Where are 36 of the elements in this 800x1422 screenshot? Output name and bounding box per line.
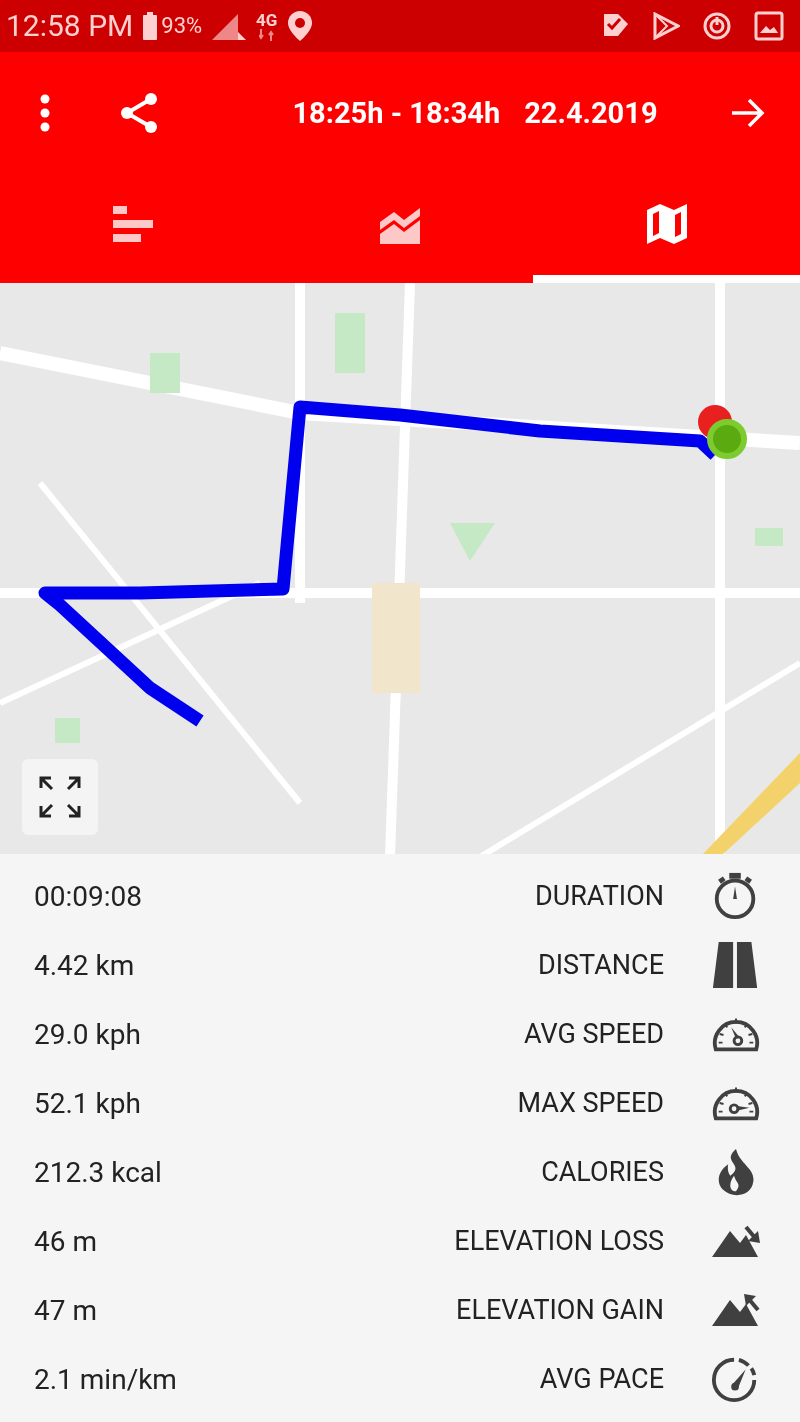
expand-icon [39,775,81,818]
fullscreen-button[interactable] [22,758,98,835]
power-ring-icon [702,10,732,41]
battery-icon [143,11,158,40]
mountain-down-icon [711,1223,761,1260]
stat-label: ELEVATION LOSS [454,1225,664,1258]
arrow-right-icon [730,97,766,128]
network-type: 4G [256,10,278,29]
play-triangle-icon [652,11,680,40]
stat-label: DURATION [534,880,664,913]
stat-label: ELEVATION GAIN [456,1294,664,1327]
stat-value: 00:09:08 [34,880,143,913]
clock-time: 12:58 PM [6,8,134,44]
stat-label: CALORIES [541,1156,664,1189]
data-arrows-icon [258,28,275,41]
location-pin-icon [287,10,314,41]
mountain-up-icon [711,1292,761,1329]
stat-label: AVG PACE [539,1363,664,1396]
bars-icon [113,206,154,243]
stat-value: 46 m [34,1225,98,1258]
stat-value: 52.1 kph [34,1087,142,1120]
more-icon [40,93,50,132]
stat-value: 212.3 kcal [34,1156,163,1189]
stat-label: MAX SPEED [517,1087,664,1120]
stat-value: 4.42 km [34,949,136,982]
date-text: 22.4.2019 [524,95,658,130]
image-icon [754,10,784,41]
stat-value: 2.1 min/km [34,1363,178,1396]
time-range: 18:25h - 18:34h [292,95,501,130]
stat-value: 47 m [34,1294,98,1327]
stat-label: DISTANCE [538,949,664,982]
battery-level: 93% [161,13,203,39]
stat-value: 29.0 kph [34,1018,142,1051]
share-icon [118,91,160,134]
map-icon [646,204,687,245]
stat-label: AVG SPEED [523,1018,664,1051]
